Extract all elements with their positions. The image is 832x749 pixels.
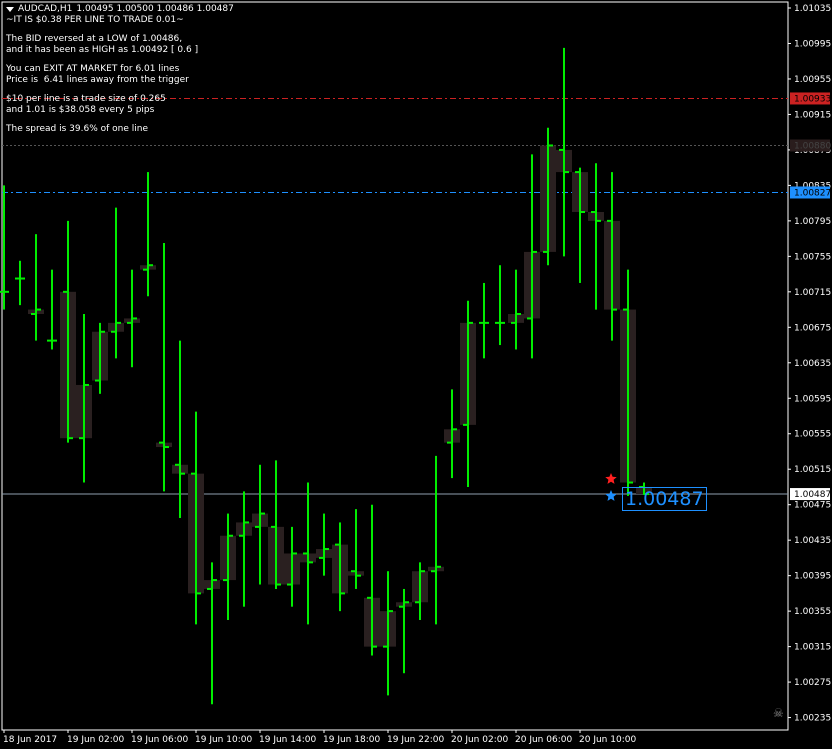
y-tick-label: 1.00595 [794,394,831,404]
y-tick-label: 1.00395 [794,572,831,582]
info-line: The BID reversed at a LOW of 1.00486, [6,34,183,44]
dropdown-triangle-icon[interactable] [6,7,14,12]
current-price-box: 1.00487 [622,487,707,511]
info-line: $10 per line is a trade size of 0.265 [6,94,166,104]
y-tick-label: 1.00675 [794,323,831,333]
info-panel: AUDCAD,H1 1.00495 1.00500 1.00486 1.0048… [6,4,234,135]
bid-star-icon [605,490,617,501]
info-line: The spread is 39.6% of one line [6,124,149,134]
y-tick-label: 1.00635 [794,359,831,369]
x-tick-label: 19 Jun 18:00 [323,735,380,745]
y-tick-label: 1.00435 [794,536,831,546]
info-line: and it has been as HIGH as 1.00492 [ 0.6… [6,45,199,55]
x-tick-label: 18 Jun 2017 [3,735,57,745]
skull-icon: ☠ [773,706,784,720]
info-line: Price is 6.41 lines away from the trigge… [6,75,189,85]
symbol-label: AUDCAD,H1 [18,4,73,14]
trade-markers [605,473,617,501]
y-tick-label: 1.00795 [794,217,831,227]
bid-level-label: 1.00487 [794,490,831,500]
x-tick-label: 20 Jun 10:00 [579,735,636,745]
y-tick-label: 1.00315 [794,643,831,653]
gray-level-label: 1.00880 [794,141,831,151]
y-tick-label: 1.01035 [794,4,831,14]
y-tick-label: 1.00355 [794,607,831,617]
red-level-label: 1.00933 [794,94,831,104]
y-tick-label: 1.00755 [794,252,831,262]
blue-level-label: 1.00827 [794,188,831,198]
info-line: ~IT IS $0.38 PER LINE TO TRADE 0.01~ [6,15,184,25]
x-tick-label: 20 Jun 02:00 [451,735,508,745]
y-tick-label: 1.00475 [794,501,831,511]
y-tick-label: 1.00955 [794,75,831,85]
x-tick-label: 19 Jun 06:00 [131,735,188,745]
x-tick-label: 19 Jun 10:00 [195,735,252,745]
info-line: You can EXIT AT MARKET for 6.01 lines [6,64,180,74]
info-line: and 1.01 is $38.058 every 5 pips [6,105,155,115]
x-tick-label: 20 Jun 06:00 [515,735,572,745]
symbol-header: AUDCAD,H1 1.00495 1.00500 1.00486 1.0048… [6,4,234,15]
y-tick-label: 1.00235 [794,714,831,724]
x-tick-label: 19 Jun 14:00 [259,735,316,745]
y-tick-label: 1.00275 [794,678,831,688]
y-tick-label: 1.00995 [794,39,831,49]
high-star-icon [605,473,617,484]
ohlc-readout: 1.00495 1.00500 1.00486 1.00487 [76,4,234,14]
y-tick-label: 1.00555 [794,430,831,440]
x-tick-label: 19 Jun 02:00 [67,735,124,745]
level-lines [2,97,788,495]
x-tick-label: 19 Jun 22:00 [387,735,444,745]
y-tick-label: 1.00915 [794,110,831,120]
y-tick-label: 1.00715 [794,288,831,298]
price-axis: 1.010351.009951.009551.009151.008751.008… [788,4,831,724]
time-axis: 18 Jun 2017 19 Jun 02:00 19 Jun 06:00 19 Ju… [3,730,636,745]
y-tick-label: 1.00515 [794,465,831,475]
